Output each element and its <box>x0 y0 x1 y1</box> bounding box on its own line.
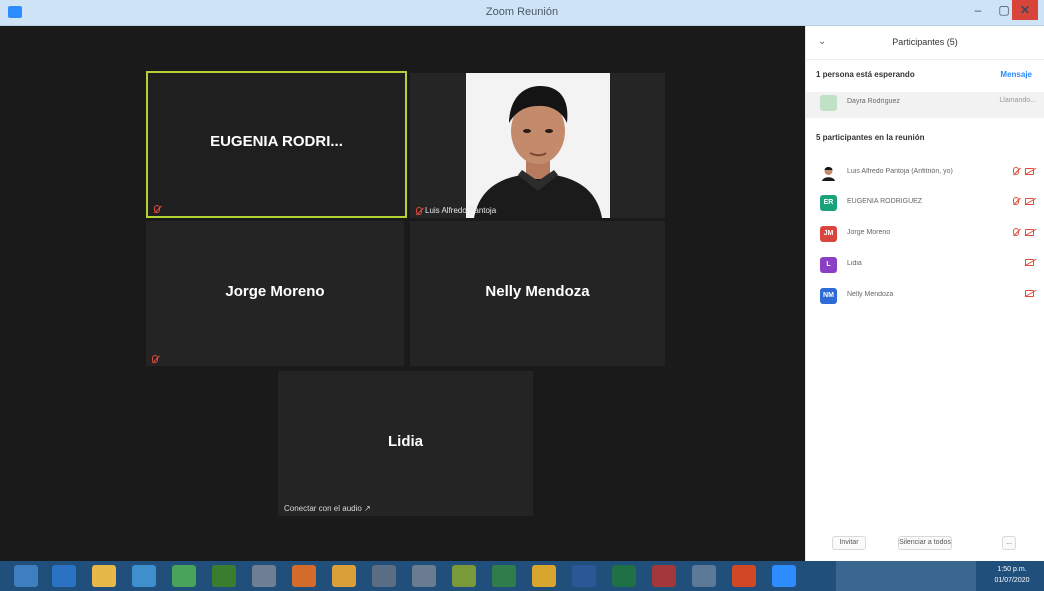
powerpoint-taskbar-icon[interactable] <box>732 565 756 587</box>
tile-caption: Conectar con el audio ↗ <box>284 504 371 513</box>
app-taskbar-icon[interactable] <box>172 565 196 587</box>
access-taskbar-icon[interactable] <box>652 565 676 587</box>
video-tile-eugenia[interactable]: EUGENIA RODRI... <box>146 71 407 218</box>
title-bar: Zoom Reunión – ▢ ✕ <box>0 0 1044 26</box>
video-off-icon[interactable] <box>1025 259 1034 266</box>
participant-name: Jorge Moreno <box>847 229 891 236</box>
in-meeting-label: 5 participantes en la reunión <box>816 133 925 142</box>
participant-status-icons <box>1013 228 1034 236</box>
video-off-icon[interactable] <box>1025 228 1034 236</box>
participant-row[interactable]: L Lidia <box>806 254 1044 276</box>
minimize-button[interactable]: – <box>965 0 991 20</box>
video-off-icon[interactable] <box>1025 167 1034 175</box>
participant-name: Nelly Mendoza <box>847 291 894 298</box>
video-tile-luis[interactable]: Luis Alfredo Pantoja <box>410 73 665 218</box>
avatar: NM <box>820 288 837 304</box>
ie-taskbar-icon[interactable] <box>52 565 76 587</box>
video-tile-lidia[interactable]: Lidia Conectar con el audio ↗ <box>278 371 533 516</box>
participants-panel: ⌄ Participantes (5) 1 persona está esper… <box>805 26 1044 561</box>
connect-audio-label[interactable]: Conectar con el audio ↗ <box>284 504 371 513</box>
avatar: JM <box>820 226 837 242</box>
participant-row[interactable]: JM Jorge Moreno <box>806 223 1044 245</box>
participant-name: Jorge Moreno <box>225 283 325 300</box>
waiting-participant-row[interactable]: Dayra Rodríguez Llamando... <box>806 92 1044 118</box>
more-options-button[interactable]: ... <box>1002 536 1016 550</box>
avatar: L <box>820 257 837 273</box>
mic-muted-icon <box>152 355 158 363</box>
participant-status-icons <box>1025 290 1034 297</box>
participant-name: Luis Alfredo Pantoja (Anfitrión, yo) <box>847 168 953 175</box>
app-taskbar-icon[interactable] <box>252 565 276 587</box>
invite-button[interactable]: Invitar <box>832 536 866 550</box>
participant-name: Nelly Mendoza <box>485 283 590 300</box>
system-tray[interactable] <box>836 561 976 591</box>
tile-caption <box>154 205 160 213</box>
tile-caption <box>152 355 158 363</box>
tile-caption: Luis Alfredo Pantoja <box>416 206 496 215</box>
mic-muted-icon <box>416 206 422 215</box>
start-button[interactable] <box>14 565 38 587</box>
app-taskbar-icon[interactable] <box>412 565 436 587</box>
message-link[interactable]: Mensaje <box>1000 70 1032 79</box>
participant-row[interactable]: Luis Alfredo Pantoja (Anfitrión, yo) <box>806 162 1044 184</box>
participant-row[interactable]: ER EUGENIA RODRIGUEZ <box>806 192 1044 214</box>
video-off-icon[interactable] <box>1025 197 1034 205</box>
participant-name: Lidia <box>387 433 423 450</box>
participant-name: EUGENIA RODRIGUEZ <box>847 198 923 205</box>
app-taskbar-icon[interactable] <box>372 565 396 587</box>
avatar <box>820 95 837 111</box>
mic-muted-icon[interactable] <box>1013 228 1019 236</box>
avatar <box>820 165 837 181</box>
app-taskbar-icon[interactable] <box>692 565 716 587</box>
app-taskbar-icon[interactable] <box>292 565 316 587</box>
chrome-taskbar-icon[interactable] <box>532 565 556 587</box>
avatar: ER <box>820 195 837 211</box>
file-explorer-taskbar-icon[interactable] <box>92 565 116 587</box>
person-avatar-icon <box>822 167 835 181</box>
video-tile-nelly[interactable]: Nelly Mendoza <box>410 221 665 366</box>
zoom-window: Zoom Reunión – ▢ ✕ EUGENIA RODRI... Luis… <box>0 0 1044 591</box>
participant-label: Luis Alfredo Pantoja <box>425 206 497 215</box>
dreamweaver-taskbar-icon[interactable] <box>212 565 236 587</box>
app-taskbar-icon[interactable] <box>132 565 156 587</box>
windows-taskbar: 1:50 p.m. 01/07/2020 <box>0 561 1044 591</box>
taskbar-clock[interactable]: 1:50 p.m. 01/07/2020 <box>984 564 1040 586</box>
mic-muted-icon <box>154 205 160 213</box>
mic-muted-icon[interactable] <box>1013 197 1019 205</box>
zoom-taskbar-icon[interactable] <box>772 565 796 587</box>
app-taskbar-icon[interactable] <box>492 565 516 587</box>
close-button[interactable]: ✕ <box>1012 0 1038 20</box>
video-tile-jorge[interactable]: Jorge Moreno <box>146 221 404 366</box>
participant-status-icons <box>1013 167 1034 175</box>
participant-video <box>466 73 610 218</box>
panel-header: ⌄ Participantes (5) <box>806 26 1044 60</box>
clock-date: 01/07/2020 <box>994 577 1030 584</box>
panel-footer: Invitar Silenciar a todos ... <box>806 529 1044 557</box>
clock-time: 1:50 p.m. <box>997 566 1027 573</box>
participant-status-icons <box>1025 259 1034 266</box>
window-title: Zoom Reunión <box>485 6 559 18</box>
word-taskbar-icon[interactable] <box>572 565 596 587</box>
participant-name: EUGENIA RODRI... <box>210 133 343 150</box>
participant-status-icons <box>1013 197 1034 205</box>
app-taskbar-icon[interactable] <box>452 565 476 587</box>
video-gallery: EUGENIA RODRI... Luis Alfredo Pantoja Jo… <box>8 26 805 561</box>
waiting-status: Llamando... <box>999 97 1036 104</box>
waiting-room-label: 1 persona está esperando <box>816 70 915 79</box>
excel-taskbar-icon[interactable] <box>612 565 636 587</box>
mic-muted-icon[interactable] <box>1013 167 1019 175</box>
app-taskbar-icon[interactable] <box>332 565 356 587</box>
video-off-icon[interactable] <box>1025 290 1034 297</box>
person-video-image <box>466 73 610 218</box>
participant-name: Lidia <box>847 260 862 267</box>
participant-row[interactable]: NM Nelly Mendoza <box>806 285 1044 307</box>
mute-all-button[interactable]: Silenciar a todos <box>898 536 952 550</box>
participant-name: Dayra Rodríguez <box>847 98 900 105</box>
panel-title: Participantes (5) <box>892 37 958 47</box>
